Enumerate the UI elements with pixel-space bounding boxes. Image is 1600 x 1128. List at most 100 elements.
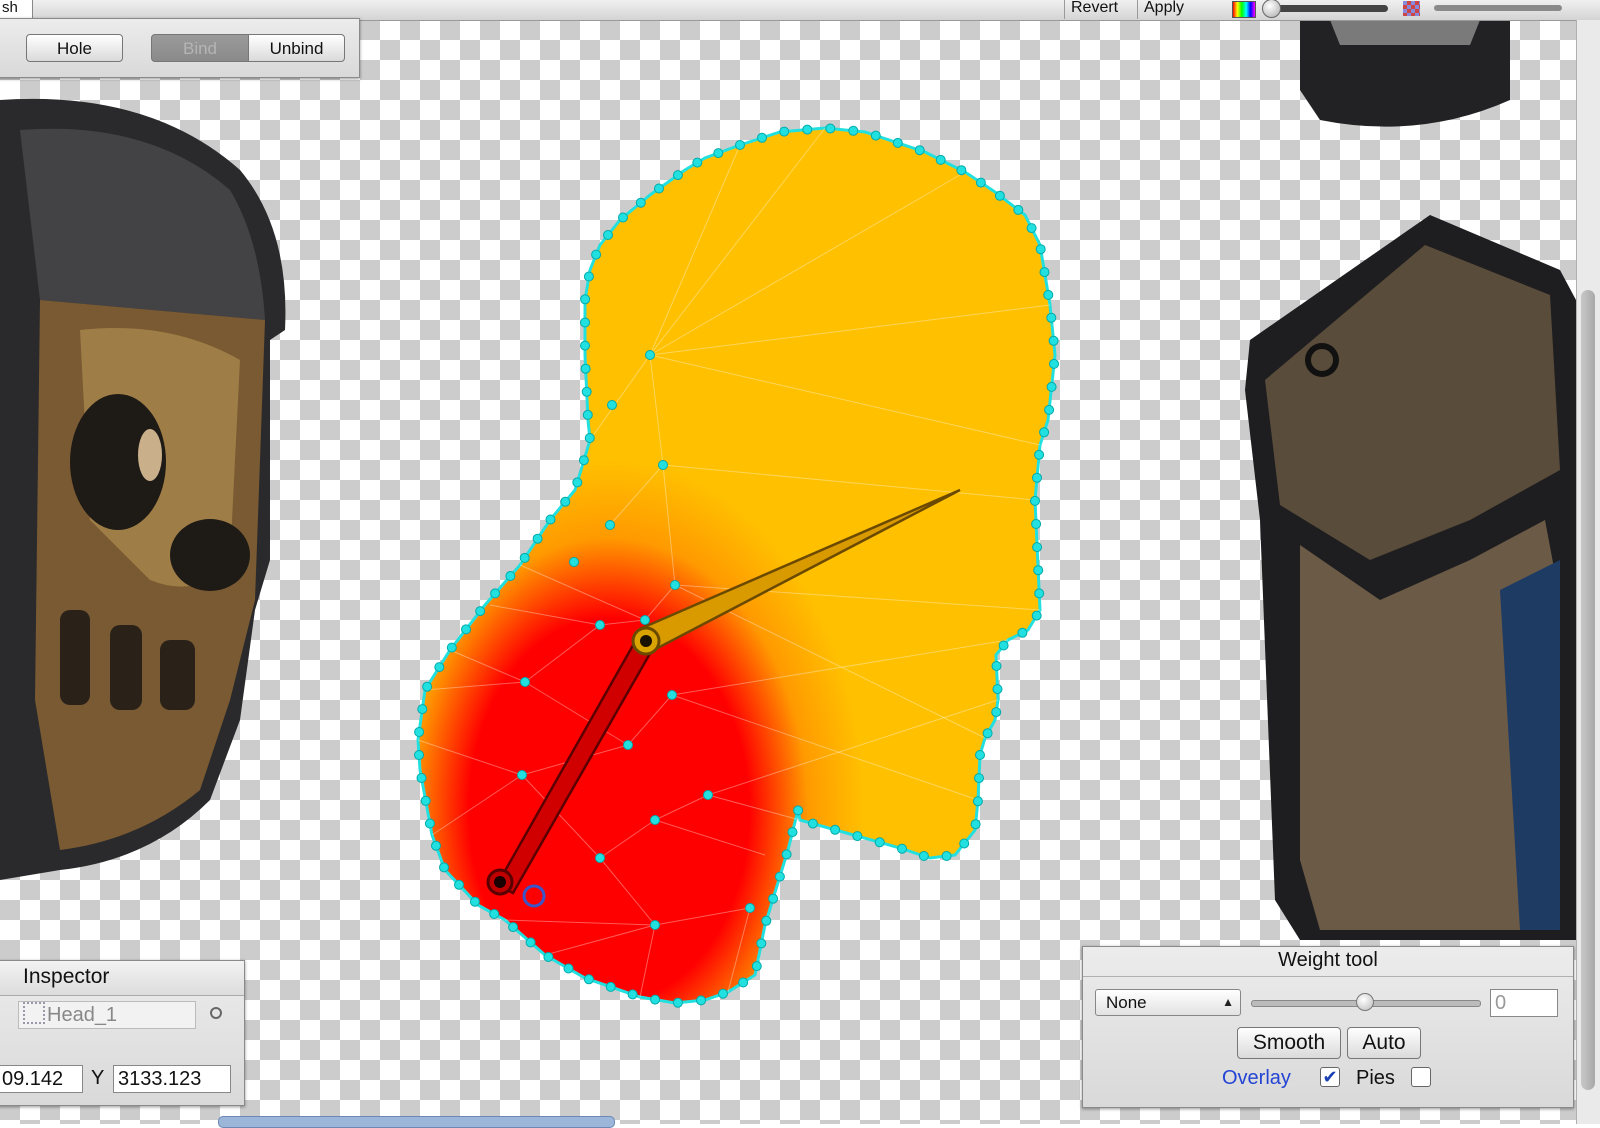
mesh-vertex[interactable] <box>431 840 441 851</box>
pies-checkbox[interactable] <box>1411 1067 1431 1087</box>
mesh-vertex[interactable] <box>461 624 471 635</box>
mesh-vertex[interactable] <box>1031 519 1042 529</box>
mesh-vertex[interactable] <box>670 580 680 590</box>
mesh-vertex[interactable] <box>1032 542 1043 553</box>
mesh-vertex[interactable] <box>692 157 703 168</box>
mesh-vertex[interactable] <box>972 796 983 807</box>
mesh-vertex[interactable] <box>672 170 683 181</box>
mesh-vertex[interactable] <box>580 294 591 305</box>
mesh-vertex[interactable] <box>768 893 779 904</box>
mesh-vertex[interactable] <box>713 148 724 159</box>
mesh-vertex[interactable] <box>422 681 433 692</box>
shield-sprite[interactable] <box>1245 215 1576 940</box>
color-swatch-icon[interactable] <box>1232 1 1256 18</box>
zoom-slider[interactable] <box>1270 5 1388 12</box>
mesh-vertex[interactable] <box>627 989 638 1000</box>
mesh-vertex[interactable] <box>623 740 633 750</box>
auto-button[interactable]: Auto <box>1347 1027 1421 1059</box>
mesh-vertex[interactable] <box>807 818 818 829</box>
mesh-vertex[interactable] <box>1034 588 1045 599</box>
mesh-vertex[interactable] <box>793 805 804 816</box>
mesh-vertex[interactable] <box>1035 244 1046 255</box>
mesh-vertex[interactable] <box>974 773 984 784</box>
mesh-vertex[interactable] <box>956 165 967 176</box>
mesh-vertex[interactable] <box>802 124 813 135</box>
mesh-vertex[interactable] <box>914 145 925 156</box>
bone-select[interactable]: None ▲ <box>1095 989 1241 1016</box>
mesh-vertex[interactable] <box>578 455 589 466</box>
skull-sprite[interactable] <box>0 98 286 880</box>
mesh-vertex[interactable] <box>667 690 677 700</box>
mesh-vertex[interactable] <box>520 677 530 687</box>
smooth-button[interactable]: Smooth <box>1237 1027 1341 1059</box>
mesh-vertex[interactable] <box>439 862 449 873</box>
mesh-vertex[interactable] <box>605 981 616 992</box>
mesh-vertex[interactable] <box>583 974 594 985</box>
mesh-vertex[interactable] <box>1043 289 1054 300</box>
mesh-vertex[interactable] <box>532 533 543 544</box>
mesh-vertex[interactable] <box>757 132 767 143</box>
mesh-vertex[interactable] <box>892 137 903 148</box>
mesh-vertex[interactable] <box>1032 472 1042 483</box>
unbind-button[interactable]: Unbind <box>248 34 345 62</box>
mesh-vertex[interactable] <box>454 879 464 890</box>
mesh-vertex[interactable] <box>830 824 841 835</box>
mesh-vertex[interactable] <box>563 963 574 974</box>
mesh-vertex[interactable] <box>718 988 728 999</box>
mesh-vertex[interactable] <box>975 750 985 760</box>
overlay-checkbox[interactable]: ✔ <box>1320 1067 1340 1087</box>
mesh-vertex[interactable] <box>650 815 660 825</box>
hole-button[interactable]: Hole <box>26 34 123 62</box>
mesh-vertex[interactable] <box>738 977 749 988</box>
mesh-vertex[interactable] <box>582 409 593 420</box>
mesh-vertex[interactable] <box>1033 565 1044 576</box>
mesh-vertex[interactable] <box>595 620 605 630</box>
mesh-vertex[interactable] <box>825 123 836 134</box>
mesh-vertex[interactable] <box>414 750 424 760</box>
mesh-vertex[interactable] <box>779 126 790 137</box>
mesh-vertex[interactable] <box>434 662 445 673</box>
zoom-slider-knob[interactable] <box>1262 0 1281 18</box>
mesh-vertex[interactable] <box>650 920 660 930</box>
mesh-vertex[interactable] <box>761 915 772 926</box>
mesh-vertex[interactable] <box>735 140 745 150</box>
mesh-vertex[interactable] <box>941 851 952 861</box>
horizontal-scroll-thumb[interactable] <box>218 1116 615 1128</box>
mesh-vertex[interactable] <box>603 230 613 240</box>
mesh-vertex[interactable] <box>1048 335 1059 346</box>
y-field[interactable]: 3133.123 <box>113 1065 231 1093</box>
mesh-vertex[interactable] <box>583 271 594 282</box>
mesh-vertex[interactable] <box>696 995 706 1006</box>
mesh-vertex[interactable] <box>414 727 425 737</box>
mesh-vertex[interactable] <box>490 588 501 599</box>
mesh-vertex[interactable] <box>1031 610 1042 621</box>
mesh-vertex[interactable] <box>517 770 527 780</box>
mesh-vertex[interactable] <box>897 843 907 854</box>
mesh-vertex[interactable] <box>991 661 1002 671</box>
mesh-vertex[interactable] <box>545 514 556 525</box>
mesh-vertex[interactable] <box>569 557 579 567</box>
mesh-vertex[interactable] <box>998 640 1009 651</box>
mesh-vertex[interactable] <box>640 615 650 625</box>
mesh-vertex[interactable] <box>580 340 590 351</box>
mesh-vertex[interactable] <box>787 827 798 838</box>
mesh-vertex[interactable] <box>848 125 859 136</box>
mesh-vertex[interactable] <box>658 460 668 470</box>
mesh-vertex[interactable] <box>852 831 863 842</box>
alpha-slider[interactable] <box>1434 5 1562 11</box>
weight-slider-knob[interactable] <box>1356 993 1374 1011</box>
mesh-vertex[interactable] <box>991 707 1002 718</box>
mesh-vertex[interactable] <box>580 317 590 328</box>
mesh-vertex[interactable] <box>994 190 1005 201</box>
mesh-vertex[interactable] <box>525 937 536 948</box>
apply-button[interactable]: Apply <box>1137 0 1190 19</box>
mesh-vertex[interactable] <box>1044 404 1055 415</box>
mesh-tab[interactable]: sh <box>0 0 33 18</box>
mesh-vertex[interactable] <box>1046 381 1057 392</box>
mesh-vertex[interactable] <box>424 818 435 829</box>
mesh-vertex[interactable] <box>572 477 583 488</box>
mesh-vertex[interactable] <box>618 212 628 223</box>
mesh-vertex[interactable] <box>918 851 929 861</box>
mesh-vertex[interactable] <box>1049 358 1059 369</box>
mesh-vertex[interactable] <box>703 790 713 800</box>
